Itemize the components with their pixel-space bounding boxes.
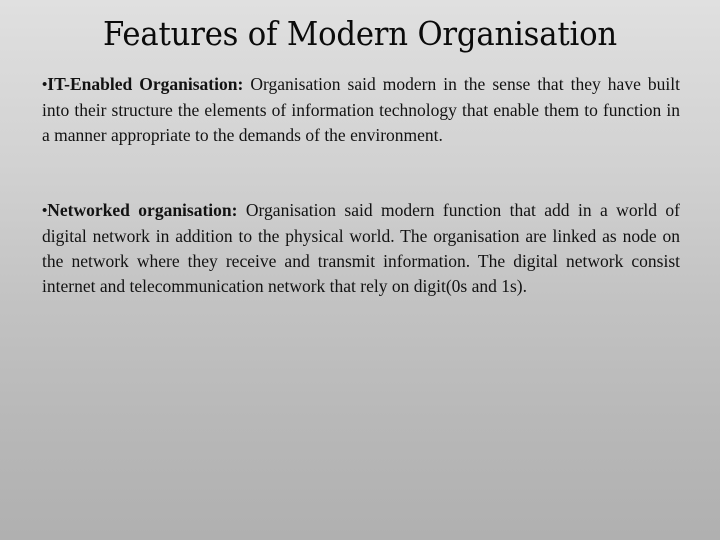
page-title: Features of Modern Organisation bbox=[102, 14, 618, 53]
bullet-item: •Networked organisation: Organisation sa… bbox=[42, 198, 680, 299]
bullet-item: •IT-Enabled Organisation: Organisation s… bbox=[42, 72, 680, 148]
bullet-lead-in: IT-Enabled Organisation: bbox=[47, 74, 244, 94]
slide-body: •IT-Enabled Organisation: Organisation s… bbox=[42, 72, 680, 299]
presentation-slide: Features of Modern Organisation •IT-Enab… bbox=[0, 0, 720, 540]
bullet-lead-in: Networked organisation: bbox=[47, 200, 238, 220]
